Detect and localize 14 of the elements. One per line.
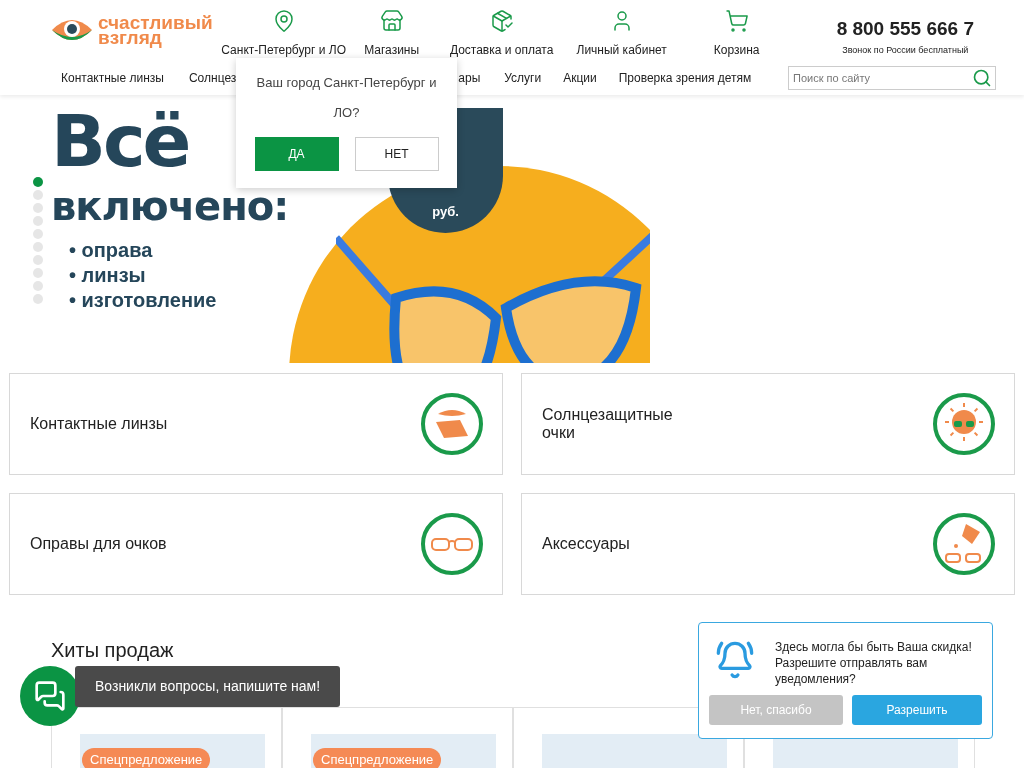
offer-badge: Спецпредложение: [82, 748, 211, 768]
notification-text: Здесь могла бы быть Ваша скидка! Разрешите отправлять вам уведомления?: [775, 639, 973, 687]
phone-note: Звонок по России бесплатный: [842, 43, 969, 57]
banner-bullet: • изготовление: [69, 290, 218, 311]
section-title: Хиты продаж: [51, 638, 174, 663]
banner-title: включено:: [51, 186, 289, 227]
currency-text: руб.: [432, 202, 459, 221]
chat-tooltip: Возникли вопросы, напишите нам!: [75, 666, 341, 707]
phone-number: 8 800 555 666 7: [836, 17, 974, 41]
logo-text: счастливый: [98, 15, 213, 30]
banner-title: Всё: [51, 108, 190, 185]
banner-bullet: • линзы: [69, 265, 147, 286]
banner-bullet: • оправа: [69, 240, 154, 261]
offer-badge: Спецпредложение: [313, 748, 442, 768]
